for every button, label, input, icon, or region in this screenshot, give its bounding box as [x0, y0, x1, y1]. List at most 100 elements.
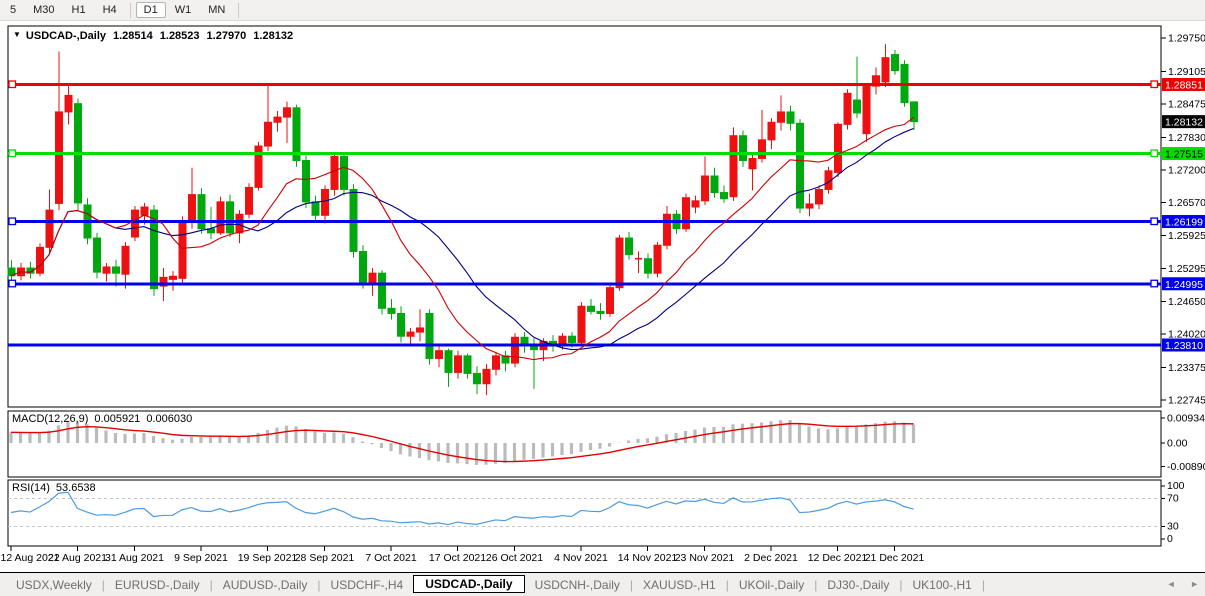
price-axis-label: 1.27200 [1168, 164, 1205, 176]
candle-body [853, 99, 861, 114]
candle-body [644, 258, 652, 274]
tab-xauusd-h1[interactable]: XAUUSD-,H1 [633, 576, 726, 594]
candle-body [834, 123, 842, 173]
candle-body [425, 312, 434, 359]
candle-body [862, 85, 871, 135]
tab-scroll-right-icon[interactable]: ► [1190, 579, 1199, 589]
timeframe-button-m30[interactable]: M30 [25, 2, 62, 18]
candle-body [577, 305, 586, 343]
trading-terminal-window: 1.29750 1.29105 1.28475 1.27830 1.27200 1.265… [0, 0, 1205, 596]
tab-uk100-h1[interactable]: UK100-,H1 [902, 576, 981, 594]
candle-body [881, 57, 890, 83]
candle-body [330, 155, 339, 190]
timeframe-button-mn[interactable]: MN [200, 2, 233, 18]
candle-body [454, 355, 462, 373]
tab-usdcnh-daily[interactable]: USDCNH-,Daily [525, 576, 630, 594]
candle-body [710, 175, 719, 194]
chart-canvas[interactable]: 1.29750 1.29105 1.28475 1.27830 1.27200 1.265… [0, 0, 1205, 596]
candle-body [245, 186, 253, 215]
timeframe-button-w1[interactable]: W1 [167, 2, 200, 18]
price-axis-label: 1.22745 [1168, 395, 1205, 407]
tab-audusd-daily[interactable]: AUDUSD-,Daily [213, 576, 318, 594]
candle-body [625, 237, 633, 256]
candle-body [55, 111, 63, 204]
date-axis-label: 9 Sep 2021 [174, 552, 228, 564]
candle-body [653, 244, 662, 274]
timeframe-toolbar: 5 M30 H1 H4 D1 W1 MN [0, 0, 1205, 21]
candle-body [140, 206, 149, 216]
price-line-handle[interactable] [1150, 217, 1159, 226]
timeframe-button-h4[interactable]: H4 [95, 2, 125, 18]
candle-body [197, 194, 206, 230]
candle-body [805, 203, 814, 209]
candle-body [796, 122, 804, 209]
candle-body [492, 355, 500, 370]
candle-body [264, 121, 272, 147]
candle-body [112, 266, 120, 274]
price-line-handle[interactable] [1150, 149, 1159, 158]
tab-usdx-weekly[interactable]: USDX,Weekly [6, 576, 102, 594]
date-axis-label: 31 Aug 2021 [105, 552, 164, 564]
timeframe-button-5[interactable]: 5 [2, 2, 24, 18]
price-axis-label: 1.24650 [1168, 296, 1205, 308]
macd-name: MACD(12,26,9) [12, 413, 89, 425]
candle-body [786, 111, 795, 124]
timeframe-button-h1[interactable]: H1 [64, 2, 94, 18]
candle-body [739, 135, 747, 162]
candle-body [378, 272, 386, 309]
tab-usdchf-h4[interactable]: USDCHF-,H4 [321, 576, 414, 594]
candle-body [387, 307, 396, 314]
tab-eurusd-daily[interactable]: EURUSD-,Daily [105, 576, 210, 594]
candle-body [729, 135, 738, 198]
rsi-axis-label: 100 [1167, 480, 1185, 492]
date-axis-label: 14 Nov 2021 [618, 552, 678, 564]
tab-usdcad-daily[interactable]: USDCAD-,Daily [413, 574, 525, 593]
ohlc-close: 1.28132 [253, 30, 294, 42]
toolbar-separator [238, 2, 240, 18]
ohlc-low: 1.27970 [206, 30, 247, 42]
price-line-handle[interactable] [8, 217, 17, 226]
candle-body [596, 310, 605, 314]
candle-body [406, 331, 415, 337]
macd-indicator-label: MACD(12,26,9) 0.005921 0.006030 [12, 413, 192, 425]
candle-body [273, 116, 282, 123]
price-line-handle[interactable] [8, 80, 17, 89]
price-line-handle[interactable] [1150, 80, 1159, 89]
current-price-tag: 1.28132 [1165, 117, 1203, 129]
candle-body [815, 188, 823, 205]
price-axis-label: 1.29105 [1168, 66, 1205, 78]
tab-ukoil-daily[interactable]: UKOil-,Daily [729, 576, 814, 594]
candle-body [188, 194, 196, 221]
rsi-panel[interactable] [7, 479, 1162, 547]
tab-scroll-left-icon[interactable]: ◄ [1167, 579, 1176, 589]
candle-body [691, 200, 700, 208]
price-axis-label: 1.23375 [1168, 362, 1205, 374]
date-axis-label: 22 Aug 2021 [48, 552, 107, 564]
price-line-handle[interactable] [8, 149, 17, 158]
price-line-handle[interactable] [8, 279, 17, 288]
date-axis-label: 12 Dec 2021 [808, 552, 868, 564]
rsi-indicator-label: RSI(14) 53.6538 [12, 482, 96, 494]
price-axis-label: 1.27830 [1168, 132, 1205, 144]
candle-body [463, 355, 472, 374]
candle-body [701, 175, 709, 202]
rsi-axis-label: 30 [1167, 521, 1179, 533]
candle-body [102, 266, 111, 274]
candle-body [748, 157, 757, 170]
candle-body [720, 192, 728, 200]
rsi-axis-label: 0 [1167, 533, 1173, 545]
tab-dj30-daily[interactable]: DJ30-,Daily [817, 576, 899, 594]
candle-body [777, 111, 785, 123]
rsi-name: RSI(14) [12, 482, 50, 494]
date-axis-label: 2 Dec 2021 [744, 552, 798, 564]
macd-axis-label: -0.00890 [1167, 461, 1205, 473]
price-axis-label: 1.25925 [1168, 230, 1205, 242]
candle-body [340, 155, 348, 190]
price-tag-1.26199: 1.26199 [1165, 217, 1203, 229]
candle-body [283, 107, 291, 118]
timeframe-button-d1[interactable]: D1 [135, 2, 166, 18]
date-axis-label: 26 Oct 2021 [486, 552, 543, 564]
candle-body [473, 372, 481, 385]
price-axis-label: 1.25295 [1168, 263, 1205, 275]
price-line-handle[interactable] [1150, 279, 1159, 288]
